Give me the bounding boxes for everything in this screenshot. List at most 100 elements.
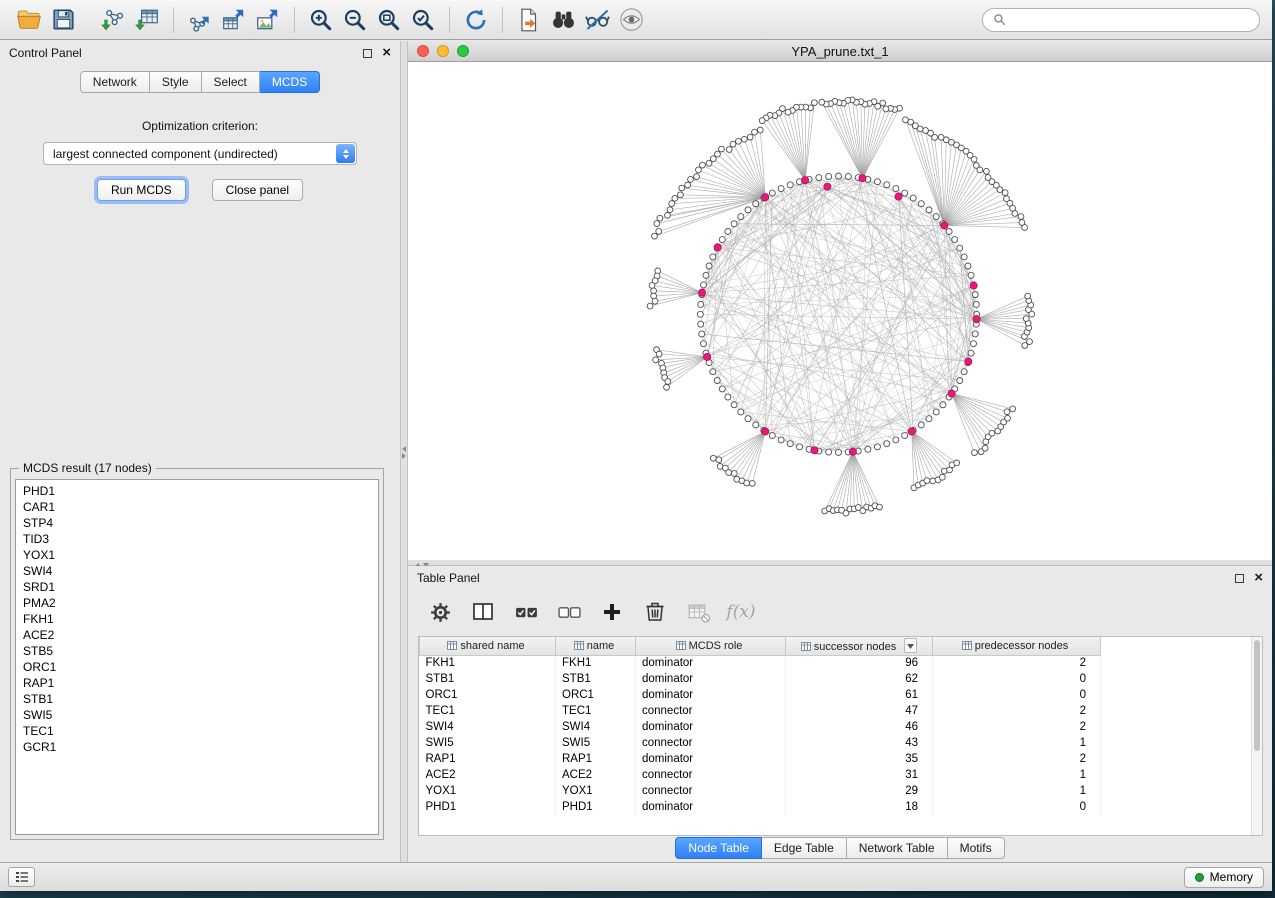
zoom-selected-button[interactable] xyxy=(406,3,440,37)
network-node[interactable] xyxy=(973,163,979,169)
mcds-hub-node[interactable] xyxy=(970,282,977,289)
table-cell[interactable]: 1 xyxy=(933,735,1101,751)
table-cell[interactable]: 2 xyxy=(933,655,1101,671)
table-cell[interactable]: RAP1 xyxy=(420,751,556,767)
network-node[interactable] xyxy=(719,237,725,243)
network-node[interactable] xyxy=(710,369,716,375)
network-node[interactable] xyxy=(826,449,832,455)
table-cell[interactable]: 31 xyxy=(786,767,933,783)
network-node[interactable] xyxy=(883,106,889,112)
network-node[interactable] xyxy=(957,377,963,383)
memory-button[interactable]: Memory xyxy=(1184,867,1264,888)
network-node[interactable] xyxy=(664,384,670,390)
table-cell[interactable]: 2 xyxy=(933,703,1101,719)
network-node[interactable] xyxy=(972,331,978,337)
table-cell[interactable]: 96 xyxy=(786,655,933,671)
network-node[interactable] xyxy=(672,195,678,201)
table-cell[interactable]: 61 xyxy=(786,687,933,703)
network-node[interactable] xyxy=(972,292,978,298)
column-header-MCDS-role[interactable]: MCDS role xyxy=(636,637,786,655)
mcds-hub-node[interactable] xyxy=(908,428,915,435)
table-cell[interactable]: ORC1 xyxy=(420,687,556,703)
network-node[interactable] xyxy=(706,263,712,269)
tab-mcds[interactable]: MCDS xyxy=(260,71,320,93)
network-node[interactable] xyxy=(778,437,784,443)
table-row[interactable]: PHD1PHD1dominator180 xyxy=(420,799,1101,815)
network-node[interactable] xyxy=(835,449,841,455)
delete-column-button[interactable] xyxy=(641,598,669,626)
table-cell[interactable]: 35 xyxy=(786,751,933,767)
network-node[interactable] xyxy=(736,138,742,144)
network-node[interactable] xyxy=(910,195,916,201)
share-document-button[interactable] xyxy=(512,3,546,37)
network-node[interactable] xyxy=(989,430,995,436)
network-node[interactable] xyxy=(697,311,703,317)
table-row[interactable]: YOX1YOX1connector291 xyxy=(420,783,1101,799)
network-node[interactable] xyxy=(714,377,720,383)
network-node[interactable] xyxy=(685,182,691,188)
tab-select[interactable]: Select xyxy=(202,71,260,93)
network-node[interactable] xyxy=(731,471,737,477)
network-node[interactable] xyxy=(1023,316,1029,322)
scrollbar-thumb[interactable] xyxy=(1254,640,1260,751)
mcds-hub-node[interactable] xyxy=(824,183,831,190)
table-cell[interactable]: 46 xyxy=(786,719,933,735)
mcds-result-item[interactable]: TEC1 xyxy=(16,723,378,739)
export-table-button[interactable] xyxy=(217,3,251,37)
select-all-button[interactable] xyxy=(512,598,540,626)
network-node[interactable] xyxy=(973,301,979,307)
column-header-shared-name[interactable]: shared name xyxy=(420,637,556,655)
network-node[interactable] xyxy=(968,350,974,356)
network-node[interactable] xyxy=(699,331,705,337)
network-node[interactable] xyxy=(877,504,883,510)
table-cell[interactable]: dominator xyxy=(636,799,786,815)
table-cell[interactable]: 0 xyxy=(933,687,1101,703)
network-node[interactable] xyxy=(656,351,662,357)
network-node[interactable] xyxy=(902,190,908,196)
splitter-collapse-icon[interactable] xyxy=(401,445,407,460)
table-cell[interactable]: 2 xyxy=(933,719,1101,735)
zoom-out-button[interactable] xyxy=(338,3,372,37)
network-node[interactable] xyxy=(1002,190,1008,196)
close-panel-x-button[interactable]: × xyxy=(382,48,391,58)
mcds-result-item[interactable]: TID3 xyxy=(16,531,378,547)
refresh-view-button[interactable] xyxy=(459,3,493,37)
network-node[interactable] xyxy=(972,450,978,456)
network-node[interactable] xyxy=(753,422,759,428)
mcds-result-item[interactable]: RAP1 xyxy=(16,675,378,691)
table-cell[interactable]: connector xyxy=(636,735,786,751)
table-tab-motifs[interactable]: Motifs xyxy=(948,837,1005,859)
import-table-button[interactable] xyxy=(130,3,164,37)
table-settings-button[interactable] xyxy=(426,598,454,626)
table-cell[interactable]: 2 xyxy=(933,751,1101,767)
network-node[interactable] xyxy=(785,109,791,115)
network-node[interactable] xyxy=(769,433,775,439)
graphics-details-button[interactable] xyxy=(614,3,648,37)
network-node[interactable] xyxy=(1004,196,1010,202)
network-node[interactable] xyxy=(1027,339,1033,345)
network-node[interactable] xyxy=(716,457,722,463)
mcds-result-item[interactable]: SWI5 xyxy=(16,707,378,723)
network-node[interactable] xyxy=(961,254,967,260)
network-node[interactable] xyxy=(918,201,924,207)
network-node[interactable] xyxy=(719,386,725,392)
mcds-result-item[interactable]: PHD1 xyxy=(16,483,378,499)
mcds-hub-node[interactable] xyxy=(849,448,856,455)
network-node[interactable] xyxy=(940,402,946,408)
search-input[interactable] xyxy=(1012,13,1249,27)
mcds-result-item[interactable]: GCR1 xyxy=(16,739,378,755)
float-table-panel-button[interactable] xyxy=(1235,574,1244,583)
create-column-button[interactable] xyxy=(598,598,626,626)
criterion-dropdown[interactable]: largest connected component (undirected) xyxy=(43,142,357,165)
network-node[interactable] xyxy=(816,175,822,181)
mcds-hub-node[interactable] xyxy=(941,222,948,229)
mcds-result-item[interactable]: STB5 xyxy=(16,643,378,659)
network-node[interactable] xyxy=(688,176,694,182)
mcds-hub-node[interactable] xyxy=(762,428,769,435)
network-node[interactable] xyxy=(652,298,658,304)
sort-indicator-icon[interactable] xyxy=(904,638,917,653)
network-node[interactable] xyxy=(694,174,700,180)
network-node[interactable] xyxy=(726,470,732,476)
table-cell[interactable]: ORC1 xyxy=(556,687,636,703)
mcds-hub-node[interactable] xyxy=(965,358,972,365)
